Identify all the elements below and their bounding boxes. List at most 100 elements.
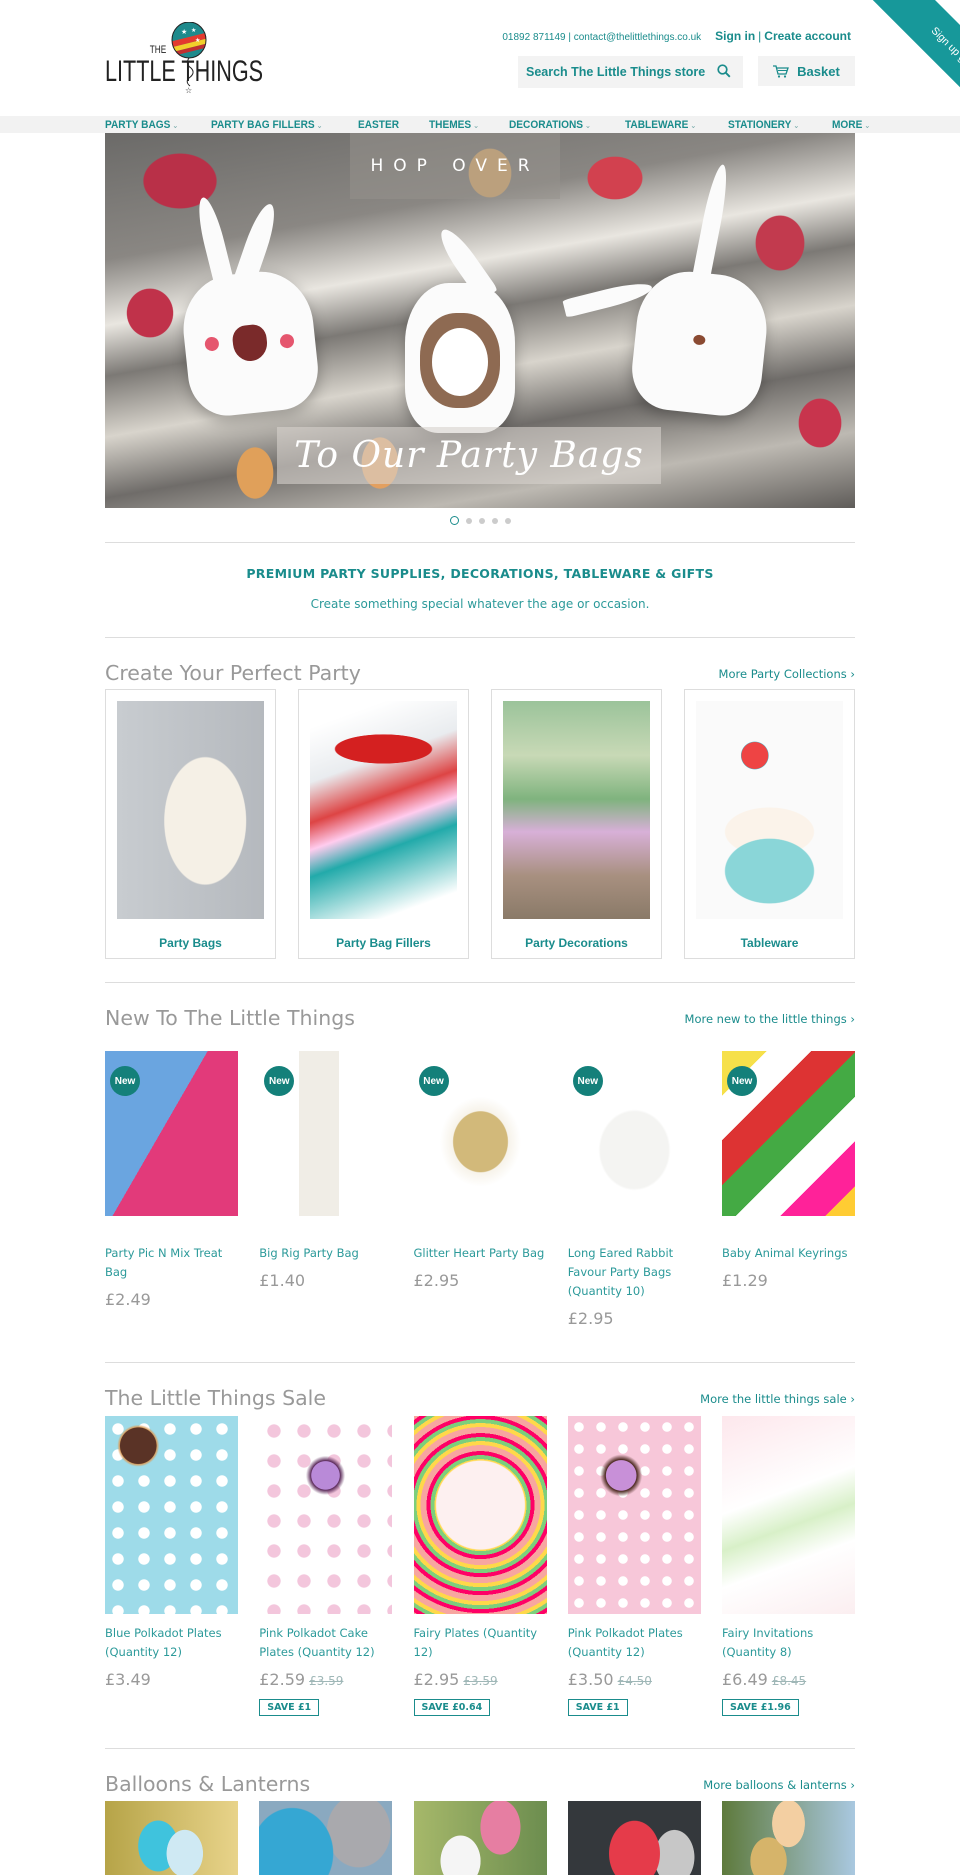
new-badge: New	[572, 1066, 603, 1096]
product-image[interactable]	[259, 1416, 393, 1614]
product-name[interactable]: Baby Animal Keyrings	[722, 1244, 855, 1263]
product-image[interactable]	[413, 1801, 547, 1875]
product-price: £1.29	[722, 1271, 768, 1290]
nav-item-label: EASTER	[358, 118, 400, 131]
product-image[interactable]	[722, 1801, 855, 1875]
chevron-down-icon: ⌄	[689, 120, 696, 130]
section-title-new: New To The Little Things	[105, 1006, 355, 1030]
collection-card[interactable]: Party Bags	[105, 689, 276, 959]
sign-in-link[interactable]: Sign in	[715, 29, 755, 43]
nav-item-themes[interactable]: THEMES ⌄	[429, 119, 479, 131]
product-image[interactable]: New	[413, 1051, 547, 1216]
sale-price: £2.59	[259, 1670, 306, 1689]
nav-item-party-bag-fillers[interactable]: PARTY BAG FILLERS ⌄	[211, 119, 323, 131]
product-image[interactable]	[567, 1416, 701, 1614]
product-image[interactable]	[105, 1416, 238, 1614]
collection-card[interactable]: Tableware	[684, 689, 855, 959]
product-card	[567, 1801, 701, 1875]
slide-dot[interactable]	[449, 516, 459, 525]
product-name[interactable]: Blue Polkadot Plates (Quantity 12)	[105, 1624, 238, 1662]
cart-icon	[773, 64, 790, 78]
balloons-grid	[105, 1801, 855, 1875]
nav-item-label: TABLEWARE	[624, 118, 688, 131]
new-badge: New	[727, 1066, 757, 1096]
slide-dot[interactable]	[465, 517, 472, 524]
more-sale-link[interactable]: More the little things sale ›	[700, 1392, 855, 1406]
site-logo[interactable]: THE ★ ★ ★ ☆ LITTLE THINGS	[105, 20, 263, 95]
product-price: £1.40	[259, 1271, 306, 1290]
nav-item-easter[interactable]: EASTER	[358, 119, 399, 131]
save-badge: SAVE £1.96	[722, 1699, 799, 1716]
collections-grid: Party Bags Party Bag Fillers Party Decorat…	[105, 689, 855, 959]
svg-text:★: ★	[195, 37, 200, 44]
nav-item-stationery[interactable]: STATIONERY ⌄	[728, 119, 799, 131]
rabbit-bag-image	[178, 195, 322, 420]
product-image[interactable]: New	[259, 1051, 393, 1216]
product-name[interactable]: Fairy Plates (Quantity 12)	[414, 1624, 547, 1662]
product-image[interactable]	[413, 1416, 547, 1614]
chevron-down-icon: ⌄	[863, 120, 871, 130]
hero-banner[interactable]: HOP OVER To Our Party Bags	[105, 133, 855, 508]
product-name[interactable]: Big Rig Party Bag	[259, 1244, 392, 1263]
product-image[interactable]	[567, 1801, 701, 1875]
product-image[interactable]: New	[722, 1051, 855, 1216]
product-name[interactable]: Glitter Heart Party Bag	[414, 1244, 547, 1263]
section-title-balloons: Balloons & Lanterns	[105, 1772, 311, 1796]
collection-label: Party Decorations	[525, 936, 628, 950]
product-price: £2.95	[413, 1271, 460, 1290]
sale-price: £2.95	[413, 1670, 460, 1689]
search-icon[interactable]	[717, 64, 731, 78]
chevron-down-icon: ⌄	[585, 120, 592, 130]
product-card: New Party Pic N Mix Treat Bag £2.49	[105, 1051, 238, 1328]
collection-image	[117, 701, 264, 919]
collection-label: Party Bags	[159, 936, 222, 950]
collection-card[interactable]: Party Bag Fillers	[298, 689, 469, 959]
nav-item-decorations[interactable]: DECORATIONS ⌄	[509, 119, 591, 131]
nav-item-more[interactable]: MORE ⌄	[832, 119, 870, 131]
link-separator: |	[758, 29, 762, 43]
chevron-down-icon: ⌄	[793, 120, 800, 130]
create-account-link[interactable]: Create account	[764, 29, 851, 43]
nav-item-tableware[interactable]: TABLEWARE ⌄	[625, 119, 696, 131]
product-card: New Glitter Heart Party Bag £2.95	[413, 1051, 547, 1328]
original-price: £3.59	[463, 1674, 498, 1688]
logo-name-text: LITTLE THINGS	[105, 55, 264, 88]
more-collections-link[interactable]: More Party Collections ›	[719, 667, 855, 681]
new-products-grid: New Party Pic N Mix Treat Bag £2.49 New Big …	[105, 1051, 855, 1328]
product-price: £6.49 £8.45	[722, 1670, 855, 1689]
search-input[interactable]	[526, 65, 706, 79]
product-image[interactable]	[722, 1416, 855, 1614]
product-name[interactable]: Pink Polkadot Plates (Quantity 12)	[568, 1624, 701, 1662]
basket-button[interactable]: Basket	[758, 56, 855, 86]
product-card	[413, 1801, 547, 1875]
product-name[interactable]: Party Pic N Mix Treat Bag	[105, 1244, 238, 1282]
product-price: £2.95	[567, 1309, 614, 1328]
new-badge: New	[264, 1066, 295, 1096]
product-name[interactable]: Fairy Invitations (Quantity 8)	[722, 1624, 855, 1662]
product-image[interactable]: New	[567, 1051, 701, 1216]
signup-promo-ribbon[interactable]: Sign up get 10% off	[855, 0, 960, 95]
product-image[interactable]	[259, 1801, 393, 1875]
hero-bottom-caption: To Our Party Bags	[277, 427, 661, 484]
contact-info[interactable]: 01892 871149 | contact@thelittlethings.c…	[502, 32, 701, 43]
nav-item-party-bags[interactable]: PARTY BAGS ⌄	[105, 119, 178, 131]
slide-dot[interactable]	[504, 517, 511, 524]
more-new-link[interactable]: More new to the little things ›	[685, 1012, 855, 1026]
slide-dot[interactable]	[491, 517, 498, 524]
product-card: Fairy Invitations (Quantity 8) £6.49 £8.45…	[722, 1416, 855, 1716]
store-tagline: PREMIUM PARTY SUPPLIES, DECORATIONS, TAB…	[246, 566, 714, 581]
more-balloons-link[interactable]: More balloons & lanterns ›	[703, 1778, 855, 1792]
section-title-collections: Create Your Perfect Party	[105, 661, 361, 685]
sale-price: £3.49	[105, 1670, 151, 1689]
nav-item-label: THEMES	[428, 118, 471, 131]
product-name[interactable]: Pink Polkadot Cake Plates (Quantity 12)	[259, 1624, 392, 1662]
product-name[interactable]: Long Eared Rabbit Favour Party Bags (Qua…	[568, 1244, 701, 1301]
save-badge: SAVE £1	[259, 1699, 320, 1716]
product-image[interactable]	[105, 1801, 238, 1875]
product-card: Fairy Plates (Quantity 12) £2.95 £3.59 SAVE…	[413, 1416, 547, 1716]
product-image[interactable]: New	[105, 1051, 238, 1216]
collection-card[interactable]: Party Decorations	[491, 689, 662, 959]
chevron-down-icon: ⌄	[472, 120, 479, 130]
slide-dot[interactable]	[478, 517, 485, 524]
new-badge: New	[110, 1066, 140, 1096]
